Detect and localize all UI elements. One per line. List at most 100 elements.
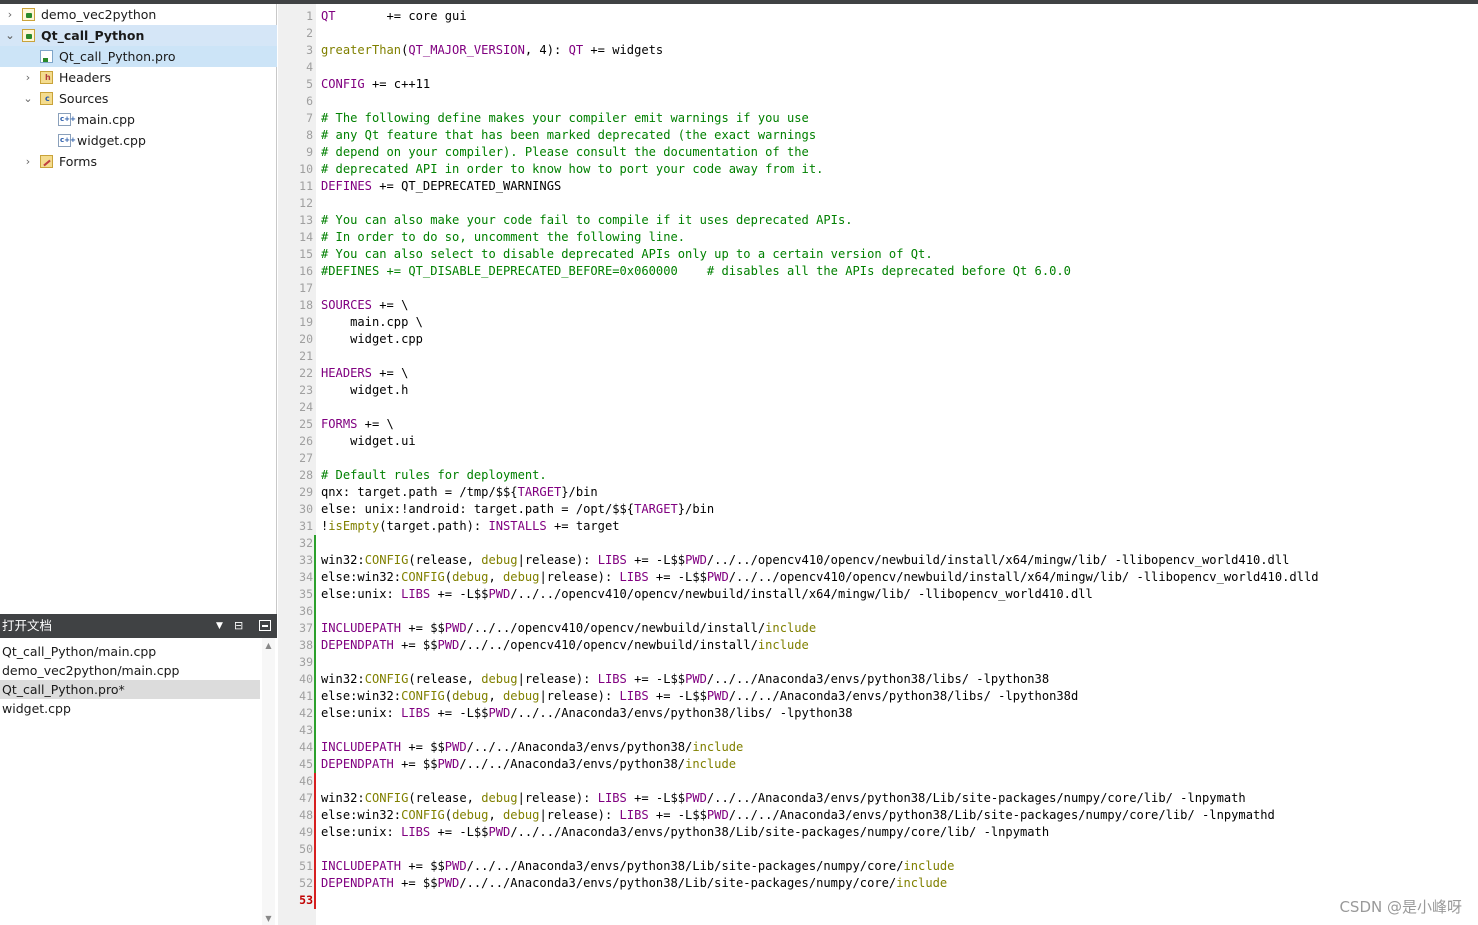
chevron-down-icon[interactable]: ⌄ <box>22 88 34 109</box>
code-token: greaterThan <box>321 43 402 57</box>
code-line[interactable]: 42 else:unix: LIBS += -L$$PWD/../../Anaco… <box>299 705 1319 722</box>
line-number: 37 <box>299 621 313 635</box>
code-line[interactable]: 32 <box>299 535 1319 552</box>
chevron-down-icon[interactable]: ⌄ <box>4 25 16 46</box>
open-documents-list: Qt_call_Python/main.cpp demo_vec2python/m… <box>0 638 277 925</box>
dropdown-arrow-icon[interactable]: ▼ <box>216 614 223 638</box>
code-line[interactable]: 47 win32:CONFIG(release, debug|release): … <box>299 790 1319 807</box>
line-number: 40 <box>299 672 313 686</box>
code-line[interactable]: 50 <box>299 841 1319 858</box>
code-line[interactable]: 30 else: unix:!android: target.path = /op… <box>299 501 1319 518</box>
code-line[interactable]: 36 <box>299 603 1319 620</box>
code-line[interactable]: 27 <box>299 450 1319 467</box>
code-line[interactable]: 29 qnx: target.path = /tmp/$${TARGET}/bin <box>299 484 1319 501</box>
tree-item-demo-vec2python[interactable]: › demo_vec2python <box>0 4 277 25</box>
code-line[interactable]: 5 CONFIG += c++11 <box>306 76 1319 93</box>
code-line[interactable]: 15 # You can also select to disable depre… <box>299 246 1319 263</box>
code-line[interactable]: 20 widget.cpp <box>299 331 1319 348</box>
code-line[interactable]: 9 # depend on your compiler). Please cons… <box>306 144 1319 161</box>
code-line[interactable]: 49 else:unix: LIBS += -L$$PWD/../../Anaco… <box>299 824 1319 841</box>
code-token: ( <box>444 808 453 822</box>
code-line[interactable]: 53 <box>299 892 1319 909</box>
code-line[interactable]: 2 <box>306 25 1319 42</box>
code-line[interactable]: 11 DEFINES += QT_DEPRECATED_WARNINGS <box>299 178 1319 195</box>
tree-item-qt-call-python[interactable]: ⌄ Qt_call_Python <box>0 25 277 46</box>
code-line[interactable]: 46 <box>299 773 1319 790</box>
headers-folder-icon: h <box>40 71 53 84</box>
code-line[interactable]: 17 <box>299 280 1319 297</box>
code-line[interactable]: 18 SOURCES += \ <box>299 297 1319 314</box>
line-number: 47 <box>299 791 313 805</box>
code-line[interactable]: 14 # In order to do so, uncomment the fol… <box>299 229 1319 246</box>
code-line[interactable]: 31 !isEmpty(target.path): INSTALLS += tar… <box>299 518 1319 535</box>
code-token: include <box>757 638 809 652</box>
code-line[interactable]: 40 win32:CONFIG(release, debug|release): … <box>299 671 1319 688</box>
code-line[interactable]: 43 <box>299 722 1319 739</box>
open-document-item[interactable]: Qt_call_Python/main.cpp <box>0 642 260 661</box>
open-documents-scrollbar[interactable]: ▲ ▼ <box>262 638 275 925</box>
scroll-down-icon[interactable]: ▼ <box>262 913 275 925</box>
code-line[interactable]: 38 DEPENDPATH += $$PWD/../../opencv410/op… <box>299 637 1319 654</box>
code-token: += -L$$ <box>648 570 707 584</box>
tree-item-label: Forms <box>59 154 98 169</box>
code-line[interactable]: 33 win32:CONFIG(release, debug|release): … <box>299 552 1319 569</box>
code-content[interactable]: 1 QT += core gui 2 3 greaterThan(QT_MAJOR_VE… <box>299 8 1319 909</box>
code-line[interactable]: 7 # The following define makes your compi… <box>306 110 1319 127</box>
code-line[interactable]: 22 HEADERS += \ <box>299 365 1319 382</box>
code-token: FORMS <box>321 417 358 431</box>
code-line[interactable]: 24 <box>299 399 1319 416</box>
tree-item-qt-call-python-pro[interactable]: Qt_call_Python.pro <box>0 46 277 67</box>
code-line[interactable]: 1 QT += core gui <box>306 8 1319 25</box>
code-line[interactable]: 13 # You can also make your code fail to … <box>299 212 1319 229</box>
open-document-item[interactable]: Qt_call_Python.pro* <box>0 680 260 699</box>
scroll-up-icon[interactable]: ▲ <box>262 640 275 652</box>
split-view-icon[interactable]: ⊟ <box>234 620 248 632</box>
open-documents-title: 打开文档 <box>2 618 53 633</box>
tree-item-forms[interactable]: › Forms <box>0 151 277 172</box>
chevron-right-icon[interactable]: › <box>22 67 34 88</box>
code-token: PWD <box>706 570 729 584</box>
code-line[interactable]: 19 main.cpp \ <box>299 314 1319 331</box>
code-line[interactable]: 39 <box>299 654 1319 671</box>
code-line[interactable]: 44 INCLUDEPATH += $$PWD/../../Anaconda3/e… <box>299 739 1319 756</box>
code-line[interactable]: 37 INCLUDEPATH += $$PWD/../../opencv410/o… <box>299 620 1319 637</box>
code-token: # The following define makes your compil… <box>321 111 809 125</box>
code-line[interactable]: 8 # any Qt feature that has been marked d… <box>306 127 1319 144</box>
code-line[interactable]: 48 else:win32:CONFIG(debug, debug|release… <box>299 807 1319 824</box>
code-line[interactable]: 12 <box>299 195 1319 212</box>
line-number: 44 <box>299 740 313 754</box>
line-number: 23 <box>299 383 313 397</box>
chevron-right-icon[interactable]: › <box>4 4 16 25</box>
open-documents-header: 打开文档 ▼ ⊟ <box>0 614 277 638</box>
code-line[interactable]: 23 widget.h <box>299 382 1319 399</box>
code-token: (release, <box>408 791 482 805</box>
tree-item-sources[interactable]: ⌄ c Sources <box>0 88 277 109</box>
tree-item-widget-cpp[interactable]: c++ widget.cpp <box>0 130 277 151</box>
code-line[interactable]: 51 INCLUDEPATH += $$PWD/../../Anaconda3/e… <box>299 858 1319 875</box>
code-token: |release): <box>539 689 620 703</box>
tree-item-headers[interactable]: › h Headers <box>0 67 277 88</box>
code-token: SOURCES <box>321 298 372 312</box>
code-line[interactable]: 52 DEPENDPATH += $$PWD/../../Anaconda3/en… <box>299 875 1319 892</box>
code-line[interactable]: 4 <box>306 59 1319 76</box>
code-line[interactable]: 28 # Default rules for deployment. <box>299 467 1319 484</box>
code-line[interactable]: 3 greaterThan(QT_MAJOR_VERSION, 4): QT +=… <box>306 42 1319 59</box>
code-token: INCLUDEPATH <box>321 621 402 635</box>
line-number: 10 <box>299 162 313 176</box>
code-line[interactable]: 6 <box>306 93 1319 110</box>
code-line[interactable]: 21 <box>299 348 1319 365</box>
open-document-item[interactable]: widget.cpp <box>0 699 260 718</box>
code-line[interactable]: 34 else:win32:CONFIG(debug, debug|release… <box>299 569 1318 586</box>
chevron-right-icon[interactable]: › <box>22 151 34 172</box>
code-line[interactable]: 41 else:win32:CONFIG(debug, debug|release… <box>299 688 1319 705</box>
open-document-item[interactable]: demo_vec2python/main.cpp <box>0 661 260 680</box>
code-line[interactable]: 26 widget.ui <box>299 433 1319 450</box>
close-panel-icon[interactable] <box>259 620 271 631</box>
code-line[interactable]: 35 else:unix: LIBS += -L$$PWD/../../openc… <box>299 586 1319 603</box>
code-line[interactable]: 16 #DEFINES += QT_DISABLE_DEPRECATED_BEFO… <box>299 263 1319 280</box>
code-line[interactable]: 45 DEPENDPATH += $$PWD/../../Anaconda3/en… <box>299 756 1319 773</box>
tree-item-main-cpp[interactable]: c++ main.cpp <box>0 109 277 130</box>
code-line[interactable]: 25 FORMS += \ <box>299 416 1319 433</box>
code-editor[interactable]: 1 QT += core gui 2 3 greaterThan(QT_MAJOR_VE… <box>278 4 1478 925</box>
code-line[interactable]: 10 # deprecated API in order to know how … <box>299 161 1319 178</box>
